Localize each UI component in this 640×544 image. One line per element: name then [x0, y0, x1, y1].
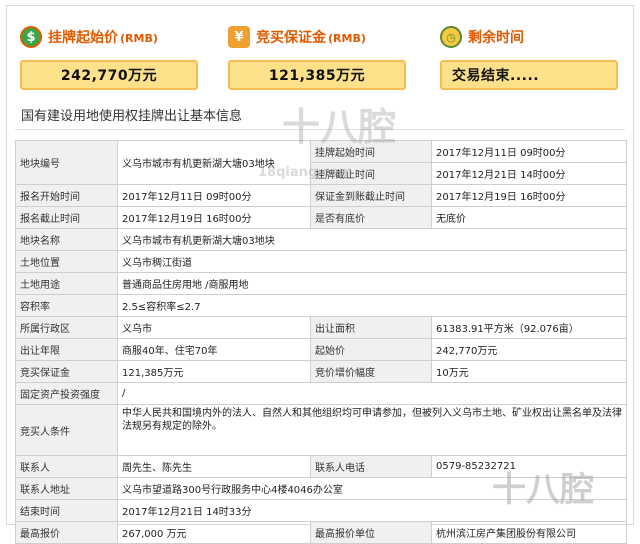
table-row: 报名开始时间 2017年12月11日 09时00分 保证金到账截止时间 2017… [15, 184, 627, 207]
table-row: 地块名称 义乌市城市有机更新湖大塘03地块 [15, 228, 627, 251]
table-row: 固定资产投资强度 / [15, 382, 627, 405]
cell-label: 竞买人条件 [15, 404, 118, 456]
start-price-title: 挂牌起始价 (RMB) [48, 30, 158, 46]
cell-value: 0579-85232721 [431, 455, 627, 478]
remaining-time-panel: ◷ 剩余时间 交易结束..... [440, 22, 618, 94]
table-row: 结束时间 2017年12月21日 14时33分 [15, 499, 627, 522]
cell-value: 义乌市 [117, 316, 311, 339]
table-row: 地块编号 义乌市城市有机更新湖大塘03地块 挂牌起始时间 2017年12月11日… [15, 140, 627, 185]
cell-value: 2017年12月19日 16时00分 [431, 184, 627, 207]
cell-value: 61383.91平方米（92.076亩） [431, 316, 627, 339]
cell-label: 起始价 [310, 338, 432, 361]
cell-value: 义乌市城市有机更新湖大塘03地块 [117, 140, 311, 185]
table-row: 联系人 周先生、陈先生 联系人电话 0579-85232721 [15, 455, 627, 478]
cell-value: 普通商品住房用地 /商服用地 [117, 272, 627, 295]
coins-icon: ¥ [228, 26, 250, 48]
money-bag-icon: $ [20, 26, 42, 48]
table-row: 报名截止时间 2017年12月19日 16时00分 是否有底价 无底价 [15, 206, 627, 229]
cell-value: 242,770万元 [431, 338, 627, 361]
table-row: 容积率 2.5≤容积率≤2.7 [15, 294, 627, 317]
cell-value: 2017年12月11日 09时00分 [431, 140, 627, 163]
cell-label: 出让年限 [15, 338, 118, 361]
table-row: 土地位置 义乌市稠江街道 [15, 250, 627, 273]
deposit-panel: ¥ 竞买保证金 (RMB) 121,385万元 [228, 22, 406, 94]
cell-value: 2017年12月11日 09时00分 [117, 184, 311, 207]
cell-value: 商服40年、住宅70年 [117, 338, 311, 361]
cell-value: 2.5≤容积率≤2.7 [117, 294, 627, 317]
cell-label: 最高报价 [15, 521, 118, 544]
cell-value: 267,000 万元 [117, 521, 311, 544]
table-row: 所属行政区 义乌市 出让面积 61383.91平方米（92.076亩） [15, 316, 627, 339]
table-row: 竞买人条件 中华人民共和国境内外的法人、自然人和其他组织均可申请参加，但被列入义… [15, 404, 627, 456]
cell-label: 报名截止时间 [15, 206, 118, 229]
cell-value: 中华人民共和国境内外的法人、自然人和其他组织均可申请参加，但被列入义乌市土地、矿… [117, 404, 627, 456]
cell-value: 义乌市望道路300号行政服务中心4楼4046办公室 [117, 477, 627, 500]
cell-value: 2017年12月21日 14时33分 [117, 499, 627, 522]
cell-value: 无底价 [431, 206, 627, 229]
cell-label: 竞价增价幅度 [310, 360, 432, 383]
deposit-title: 竞买保证金 (RMB) [256, 30, 366, 46]
cell-label: 所属行政区 [15, 316, 118, 339]
cell-value: 义乌市稠江街道 [117, 250, 627, 273]
cell-label: 联系人地址 [15, 477, 118, 500]
cell-label: 结束时间 [15, 499, 118, 522]
section-title: 国有建设用地使用权挂牌出让基本信息 [15, 104, 625, 130]
deposit-value: 121,385万元 [228, 60, 406, 90]
cell-value: 2017年12月19日 16时00分 [117, 206, 311, 229]
cell-value: 121,385万元 [117, 360, 311, 383]
cell-value: 周先生、陈先生 [117, 455, 311, 478]
table-row: 出让年限 商服40年、住宅70年 起始价 242,770万元 [15, 338, 627, 361]
start-price-value: 242,770万元 [20, 60, 198, 90]
cell-label: 最高报价单位 [310, 521, 432, 544]
cell-label: 固定资产投资强度 [15, 382, 118, 405]
cell-label: 地块编号 [15, 140, 118, 185]
cell-label: 土地位置 [15, 250, 118, 273]
cell-label: 竞买保证金 [15, 360, 118, 383]
cell-value: 义乌市城市有机更新湖大塘03地块 [117, 228, 627, 251]
cell-label: 容积率 [15, 294, 118, 317]
table-row: 联系人地址 义乌市望道路300号行政服务中心4楼4046办公室 [15, 477, 627, 500]
table-row: 竞买保证金 121,385万元 竞价增价幅度 10万元 [15, 360, 627, 383]
cell-label: 挂牌截止时间 [310, 162, 432, 185]
cell-label: 是否有底价 [310, 206, 432, 229]
cell-label: 联系人 [15, 455, 118, 478]
cell-label: 保证金到账截止时间 [310, 184, 432, 207]
cell-value: 2017年12月21日 14时00分 [431, 162, 627, 185]
remaining-time-value: 交易结束..... [440, 60, 618, 90]
cell-label: 报名开始时间 [15, 184, 118, 207]
start-price-panel: $ 挂牌起始价 (RMB) 242,770万元 [20, 22, 198, 94]
cell-label: 出让面积 [310, 316, 432, 339]
table-row: 土地用途 普通商品住房用地 /商服用地 [15, 272, 627, 295]
cell-label: 土地用途 [15, 272, 118, 295]
table-row: 最高报价 267,000 万元 最高报价单位 杭州滨江房产集团股份有限公司 [15, 521, 627, 544]
cell-value: / [117, 382, 627, 405]
cell-label: 挂牌起始时间 [310, 140, 432, 163]
cell-value: 10万元 [431, 360, 627, 383]
cell-label: 地块名称 [15, 228, 118, 251]
remaining-time-title: 剩余时间 [468, 30, 524, 46]
land-info-table: 地块编号 义乌市城市有机更新湖大塘03地块 挂牌起始时间 2017年12月11日… [15, 140, 627, 544]
cell-value: 杭州滨江房产集团股份有限公司 [431, 521, 627, 544]
clock-icon: ◷ [440, 26, 462, 48]
cell-label: 联系人电话 [310, 455, 432, 478]
